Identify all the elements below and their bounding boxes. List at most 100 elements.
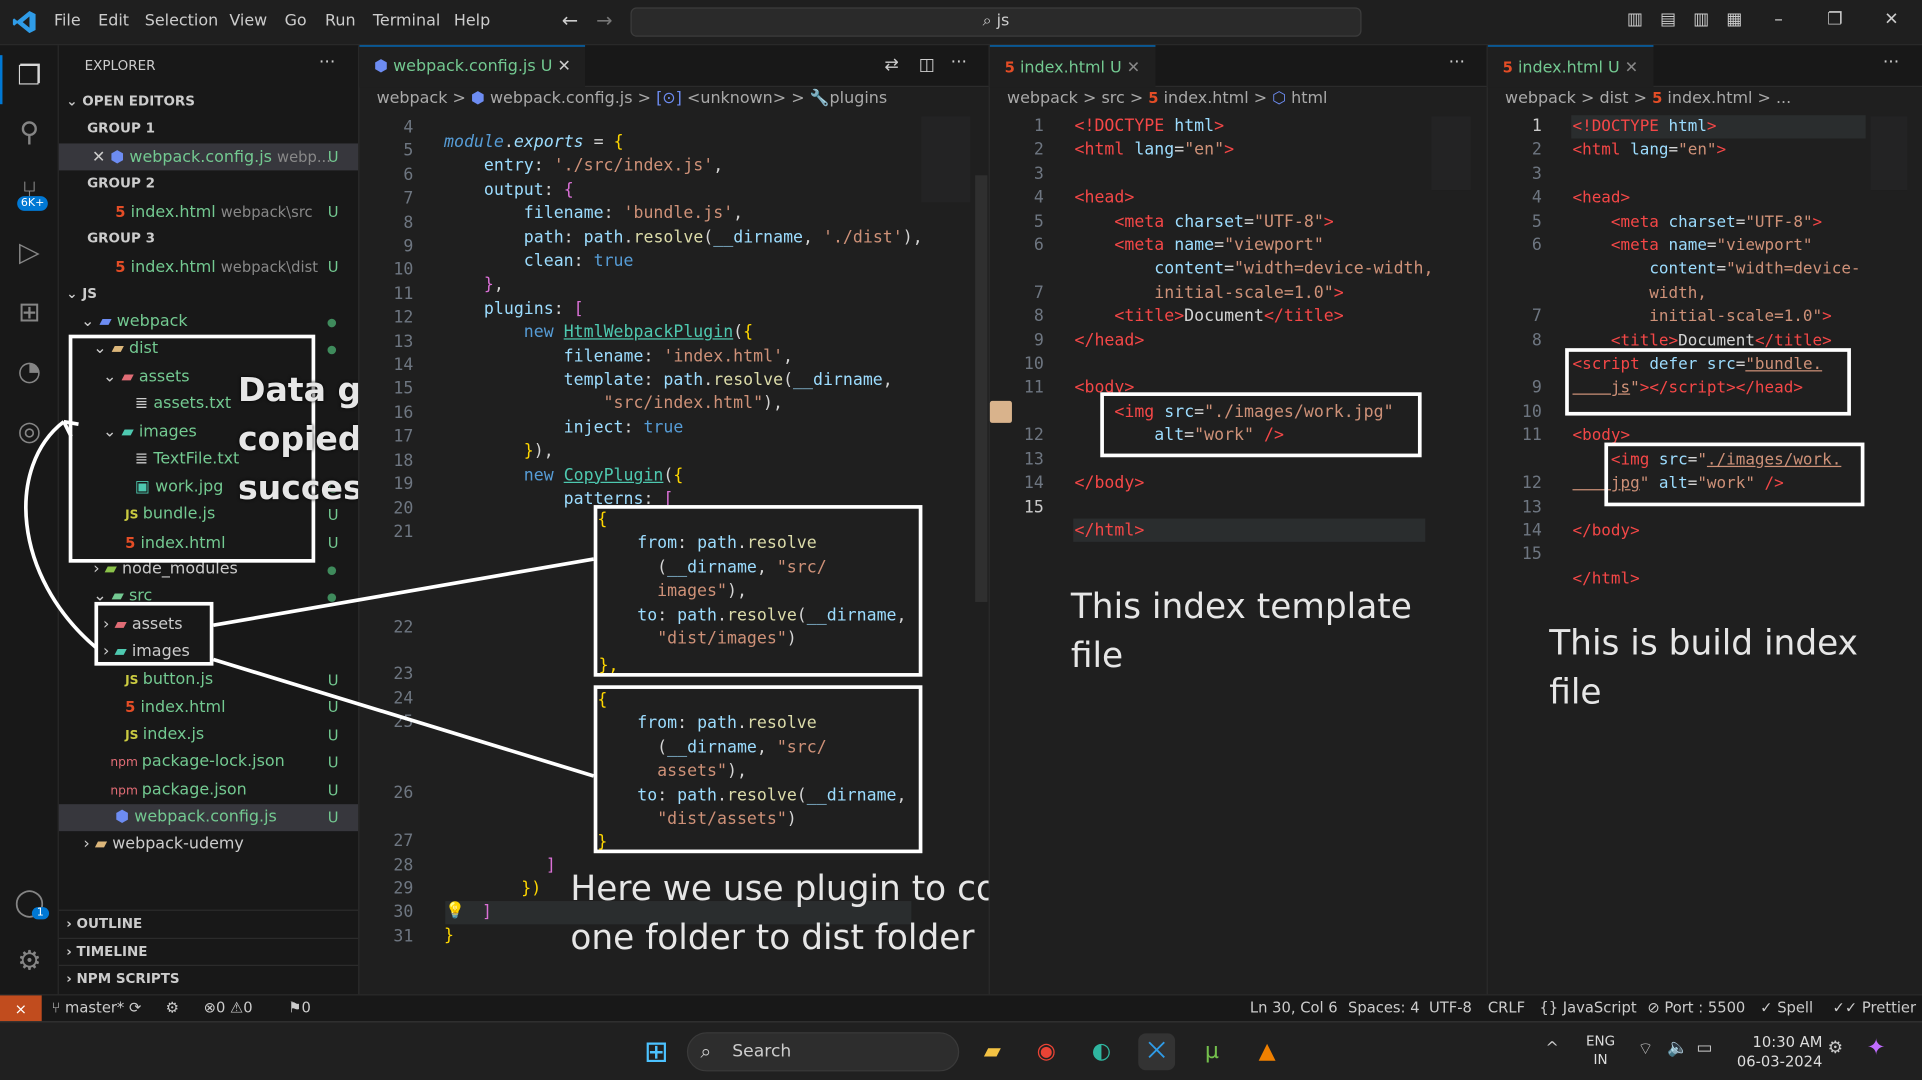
indentation[interactable]: Spaces: 4 (1348, 999, 1420, 1016)
file-explorer-icon[interactable]: ▰ (974, 1033, 1011, 1070)
lightbulb-icon[interactable]: 💡 (445, 902, 465, 920)
chrome-icon[interactable]: ◉ (1028, 1033, 1065, 1070)
npm-scripts-header[interactable]: › NPM SCRIPTS (58, 964, 359, 992)
settings-icon[interactable]: ⚙ (1828, 1038, 1843, 1058)
file-src-index[interactable]: 5 index.html U (59, 694, 358, 721)
toggle-secondary-sidebar-icon[interactable]: ▥ (1690, 10, 1712, 32)
edge-icon[interactable]: ◐ (1083, 1033, 1120, 1070)
volume-icon[interactable]: 🔈 (1667, 1038, 1688, 1058)
spell-check[interactable]: ✓ Spell (1760, 999, 1813, 1016)
wifi-icon[interactable]: ⌔ (1638, 1038, 1654, 1060)
timeline-header[interactable]: › TIMELINE (58, 937, 359, 965)
breadcrumb-item[interactable]: src (1101, 89, 1124, 107)
battery-icon[interactable]: ▭ (1696, 1038, 1712, 1058)
taskbar-search[interactable]: ⌕ Search (686, 1032, 960, 1072)
problems-indicator[interactable]: ⊗0 ⚠0 (204, 999, 253, 1016)
tab-webpack-config[interactable]: ⬢ webpack.config.js U ✕ (359, 45, 586, 88)
folder-webpack[interactable]: ⌄ ▰ webpack (59, 309, 358, 336)
ports-indicator[interactable]: ⚑0 (288, 999, 311, 1016)
more-actions-icon[interactable]: ··· (1883, 53, 1899, 73)
vlc-icon[interactable]: ▲ (1249, 1033, 1286, 1070)
debug-icon[interactable]: ⚙ (166, 999, 179, 1016)
tab-dist-index[interactable]: 5 index.html U ✕ (1487, 45, 1653, 88)
language-mode[interactable]: {} JavaScript (1539, 999, 1636, 1016)
restore-icon[interactable]: ❐ (1824, 10, 1846, 32)
remote-explorer-icon[interactable]: ◎ (12, 416, 46, 450)
back-arrow-icon[interactable]: ← (562, 9, 578, 32)
menu-view[interactable]: View (229, 12, 267, 30)
cursor-position[interactable]: Ln 30, Col 6 (1250, 999, 1338, 1016)
src-index-code[interactable]: <!DOCTYPE html> <html lang="en"> <head> … (1075, 115, 1434, 543)
command-center[interactable]: ⌕ js (630, 7, 1362, 37)
breadcrumb-item[interactable]: webpack (1505, 89, 1576, 107)
chevron-up-icon[interactable]: ^ (1546, 1040, 1559, 1058)
breadcrumb-item[interactable]: index.html (1164, 89, 1249, 107)
close-icon[interactable]: ✕ (1625, 59, 1638, 77)
file-button-js[interactable]: JS button.js U (59, 667, 358, 694)
open-changes-icon[interactable]: ⇄ (884, 55, 898, 75)
menu-selection[interactable]: Selection (145, 12, 219, 30)
tab-src-index[interactable]: 5 index.html U ✕ (989, 45, 1155, 88)
open-editor-src-index[interactable]: 5 index.html webpack\src U (59, 199, 358, 226)
close-icon[interactable]: ✕ (1127, 59, 1140, 77)
explorer-icon[interactable]: ❐ (12, 60, 46, 94)
toggle-panel-icon[interactable]: ▤ (1657, 10, 1679, 32)
scrollbar[interactable] (975, 175, 988, 602)
more-actions-icon[interactable]: ··· (951, 53, 967, 73)
search-icon[interactable]: ⚲ (12, 116, 46, 150)
workspace-header[interactable]: ⌄ JS (59, 281, 358, 308)
menu-run[interactable]: Run (325, 12, 356, 30)
toggle-sidebar-icon[interactable]: ▥ (1624, 10, 1646, 32)
file-package-lock[interactable]: npm package-lock.json U (59, 749, 358, 776)
language-indicator[interactable]: ENG IN (1586, 1032, 1615, 1069)
close-icon[interactable]: ✕ (92, 148, 110, 166)
live-server-port[interactable]: ⊘ Port : 5500 (1647, 999, 1745, 1016)
more-actions-icon[interactable]: ··· (319, 53, 335, 73)
breadcrumb-item[interactable]: webpack (377, 89, 448, 107)
config-code[interactable]: module.exports = { entry: './src/index.j… (444, 131, 923, 512)
file-index-js[interactable]: JS index.js U (59, 722, 358, 749)
breadcrumb-item[interactable]: webpack.config.js (490, 89, 633, 107)
close-window-icon[interactable]: ✕ (1880, 10, 1902, 32)
minimize-icon[interactable]: – (1768, 10, 1790, 32)
extensions-icon[interactable]: ⊞ (12, 297, 46, 331)
windows-start-icon[interactable]: ⊞ (638, 1033, 675, 1070)
prettier-status[interactable]: ✓✓ Prettier (1833, 999, 1917, 1016)
settings-gear-icon[interactable]: ⚙ (12, 945, 46, 979)
customize-layout-icon[interactable]: ▦ (1723, 10, 1745, 32)
breadcrumb-item[interactable]: webpack (1007, 89, 1078, 107)
vscode-taskbar-icon[interactable]: ⨉ (1138, 1033, 1176, 1071)
close-icon[interactable]: ✕ (557, 58, 570, 76)
file-package-json[interactable]: npm package.json U (59, 777, 358, 804)
clock[interactable]: 10:30 AM 06-03-2024 (1737, 1032, 1823, 1071)
outline-header[interactable]: › OUTLINE (58, 909, 359, 937)
line-ending[interactable]: CRLF (1488, 999, 1525, 1016)
menu-file[interactable]: File (54, 12, 81, 30)
file-webpack-config[interactable]: ⬢ webpack.config.js U (58, 804, 359, 832)
utorrent-icon[interactable]: µ (1193, 1033, 1230, 1070)
menu-edit[interactable]: Edit (98, 12, 129, 30)
open-editor-webpack-config[interactable]: ✕ ⬢ webpack.config.js webp... U (58, 143, 359, 171)
breadcrumb-item[interactable]: dist (1599, 89, 1628, 107)
breadcrumb-item[interactable]: <unknown> (687, 89, 786, 107)
folder-webpack-udemy[interactable]: › ▰ webpack-udemy (59, 831, 358, 858)
menu-terminal[interactable]: Terminal (373, 12, 440, 30)
split-editor-icon[interactable]: ◫ (919, 55, 935, 75)
run-debug-icon[interactable]: ▷ (12, 237, 46, 271)
breadcrumb-item[interactable]: html (1291, 89, 1327, 107)
branch-indicator[interactable]: ⑂ master* ⟳ (52, 999, 142, 1016)
forward-arrow-icon[interactable]: → (596, 9, 612, 32)
breadcrumb-item[interactable]: ... (1776, 89, 1791, 107)
github-icon[interactable]: ◔ (12, 356, 46, 390)
breadcrumb-item[interactable]: plugins (830, 89, 888, 107)
remote-indicator-icon[interactable]: ⨯ (0, 995, 42, 1023)
open-editor-dist-index[interactable]: 5 index.html webpack\dist U (59, 254, 358, 281)
menu-go[interactable]: Go (285, 12, 307, 30)
menu-help[interactable]: Help (454, 12, 490, 30)
more-actions-icon[interactable]: ··· (1449, 53, 1465, 73)
breadcrumb-item[interactable]: index.html (1667, 89, 1752, 107)
copilot-icon[interactable]: ✦ (1867, 1035, 1886, 1061)
open-editors-header[interactable]: ⌄ OPEN EDITORS (59, 88, 358, 115)
encoding[interactable]: UTF-8 (1429, 999, 1472, 1016)
date: 06-03-2024 (1736, 1053, 1823, 1071)
